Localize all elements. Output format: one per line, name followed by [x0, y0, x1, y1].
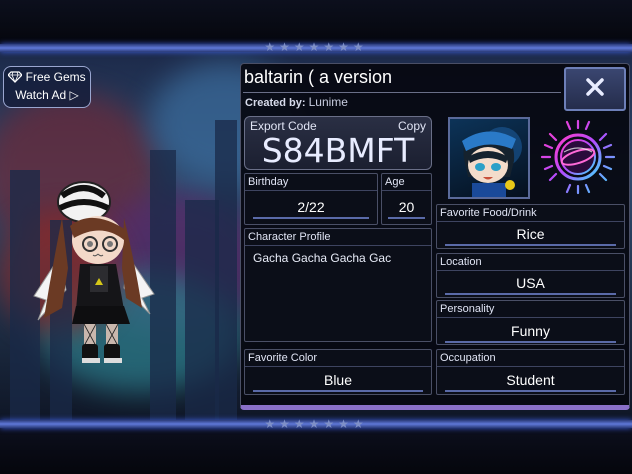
- created-by-label: Created by:: [245, 97, 306, 109]
- birthday-box: Birthday 2/22: [244, 173, 378, 225]
- free-gems-label: Free Gems: [25, 70, 86, 84]
- character-sprite: [32, 178, 162, 368]
- top-stars: ★★★★★★★: [264, 40, 368, 54]
- personality-underline: [445, 341, 616, 343]
- age-underline: [388, 217, 425, 219]
- personality-label: Personality: [440, 303, 495, 315]
- bottom-stars: ★★★★★★★: [264, 417, 368, 431]
- character-profile-box: Character Profile Gacha Gacha Gacha Gac: [244, 228, 432, 342]
- location-underline: [445, 293, 616, 295]
- occupation-underline: [445, 390, 616, 392]
- close-button[interactable]: [564, 67, 626, 111]
- favorite-color-underline: [253, 390, 423, 392]
- occupation-box: Occupation Student: [436, 349, 625, 395]
- created-by: Created by: Lunime: [245, 95, 348, 109]
- occupation-value[interactable]: Student: [437, 372, 624, 388]
- occupation-label: Occupation: [440, 352, 496, 364]
- birthday-label: Birthday: [248, 176, 289, 188]
- title-divider: [243, 92, 561, 93]
- age-label: Age: [385, 176, 405, 188]
- favorite-color-label: Favorite Color: [248, 352, 318, 364]
- favorite-color-box: Favorite Color Blue: [244, 349, 432, 395]
- favorite-food-value[interactable]: Rice: [437, 226, 624, 242]
- diamond-icon: [7, 71, 24, 86]
- character-profile-text[interactable]: Gacha Gacha Gacha Gac: [253, 251, 391, 265]
- close-icon: [585, 77, 605, 102]
- export-code-value: S84BMFT: [261, 131, 415, 170]
- favorite-food-underline: [445, 244, 616, 246]
- age-box: Age 20: [381, 173, 432, 225]
- age-value[interactable]: 20: [382, 199, 431, 215]
- birthday-value[interactable]: 2/22: [245, 199, 377, 215]
- favorite-color-value[interactable]: Blue: [245, 372, 431, 388]
- personality-value[interactable]: Funny: [437, 323, 624, 339]
- birthday-underline: [253, 217, 369, 219]
- watch-ad-label: Watch Ad ▷: [15, 88, 79, 102]
- free-gems-row: Free Gems: [4, 70, 90, 86]
- emblem-icon: [540, 118, 616, 196]
- favorite-food-label: Favorite Food/Drink: [440, 207, 537, 219]
- favorite-food-box: Favorite Food/Drink Rice: [436, 204, 625, 249]
- character-name: baltarin ( a version: [244, 67, 393, 87]
- bottom-band: [0, 428, 632, 474]
- location-box: Location USA: [436, 253, 625, 298]
- location-label: Location: [440, 256, 482, 268]
- character-profile-label: Character Profile: [248, 231, 331, 243]
- free-gems-button[interactable]: Free Gems Watch Ad ▷: [3, 66, 91, 108]
- portrait-image: [448, 117, 530, 199]
- location-value[interactable]: USA: [437, 275, 624, 291]
- export-code-box: Export Code Copy S84BMFT: [244, 116, 432, 170]
- created-by-value: Lunime: [308, 95, 348, 109]
- personality-box: Personality Funny: [436, 300, 625, 345]
